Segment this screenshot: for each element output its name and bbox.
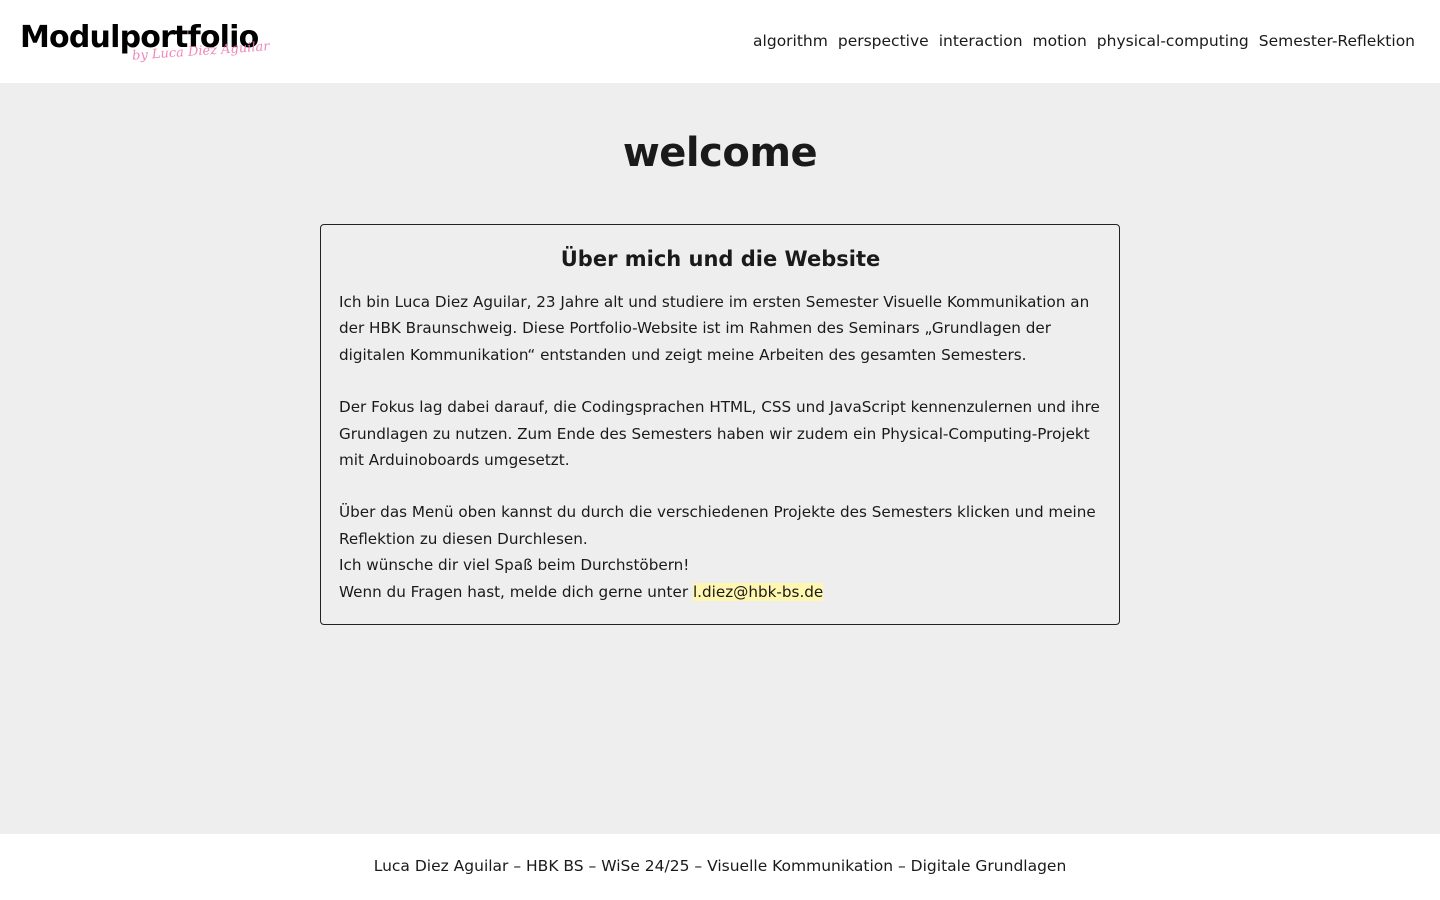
card-title: Über mich und die Website bbox=[560, 247, 881, 271]
site-footer: Luca Diez Aguilar – HBK BS – WiSe 24/25 … bbox=[0, 834, 1440, 900]
nav-link-motion[interactable]: motion bbox=[1033, 30, 1087, 52]
contact-line: Wenn du Fragen hast, melde dich gerne un… bbox=[339, 579, 1102, 605]
menu-paragraph: Über das Menü oben kannst du durch die v… bbox=[339, 503, 1096, 548]
nav-link-physical-computing[interactable]: physical-computing bbox=[1097, 30, 1249, 52]
nav-link-perspective[interactable]: perspective bbox=[838, 30, 929, 52]
focus-paragraph: Der Fokus lag dabei darauf, die Codingsp… bbox=[339, 398, 1100, 470]
nav-link-semester-reflektion[interactable]: Semester-Reflektion bbox=[1259, 30, 1415, 52]
about-card: Über mich und die Website Ich bin Luca D… bbox=[320, 224, 1120, 625]
page-title: welcome bbox=[622, 130, 818, 176]
nav-link-algorithm[interactable]: algorithm bbox=[753, 30, 828, 52]
contact-prefix: Wenn du Fragen hast, melde dich gerne un… bbox=[339, 582, 693, 601]
main-nav: algorithm perspective interaction motion… bbox=[753, 30, 1415, 52]
email-link[interactable]: l.diez@hbk-bs.de bbox=[692, 582, 824, 601]
footer-text: Luca Diez Aguilar – HBK BS – WiSe 24/25 … bbox=[373, 857, 1067, 875]
site-header: Modulportfolio by Luca Diez Aguilar algo… bbox=[0, 0, 1440, 83]
enjoy-line: Ich wünsche dir viel Spaß beim Durchstöb… bbox=[339, 556, 690, 575]
intro-paragraph: Ich bin Luca Diez Aguilar, 23 Jahre alt … bbox=[339, 293, 1090, 364]
site-logo[interactable]: Modulportfolio by Luca Diez Aguilar bbox=[20, 18, 270, 68]
nav-link-interaction[interactable]: interaction bbox=[939, 30, 1023, 52]
